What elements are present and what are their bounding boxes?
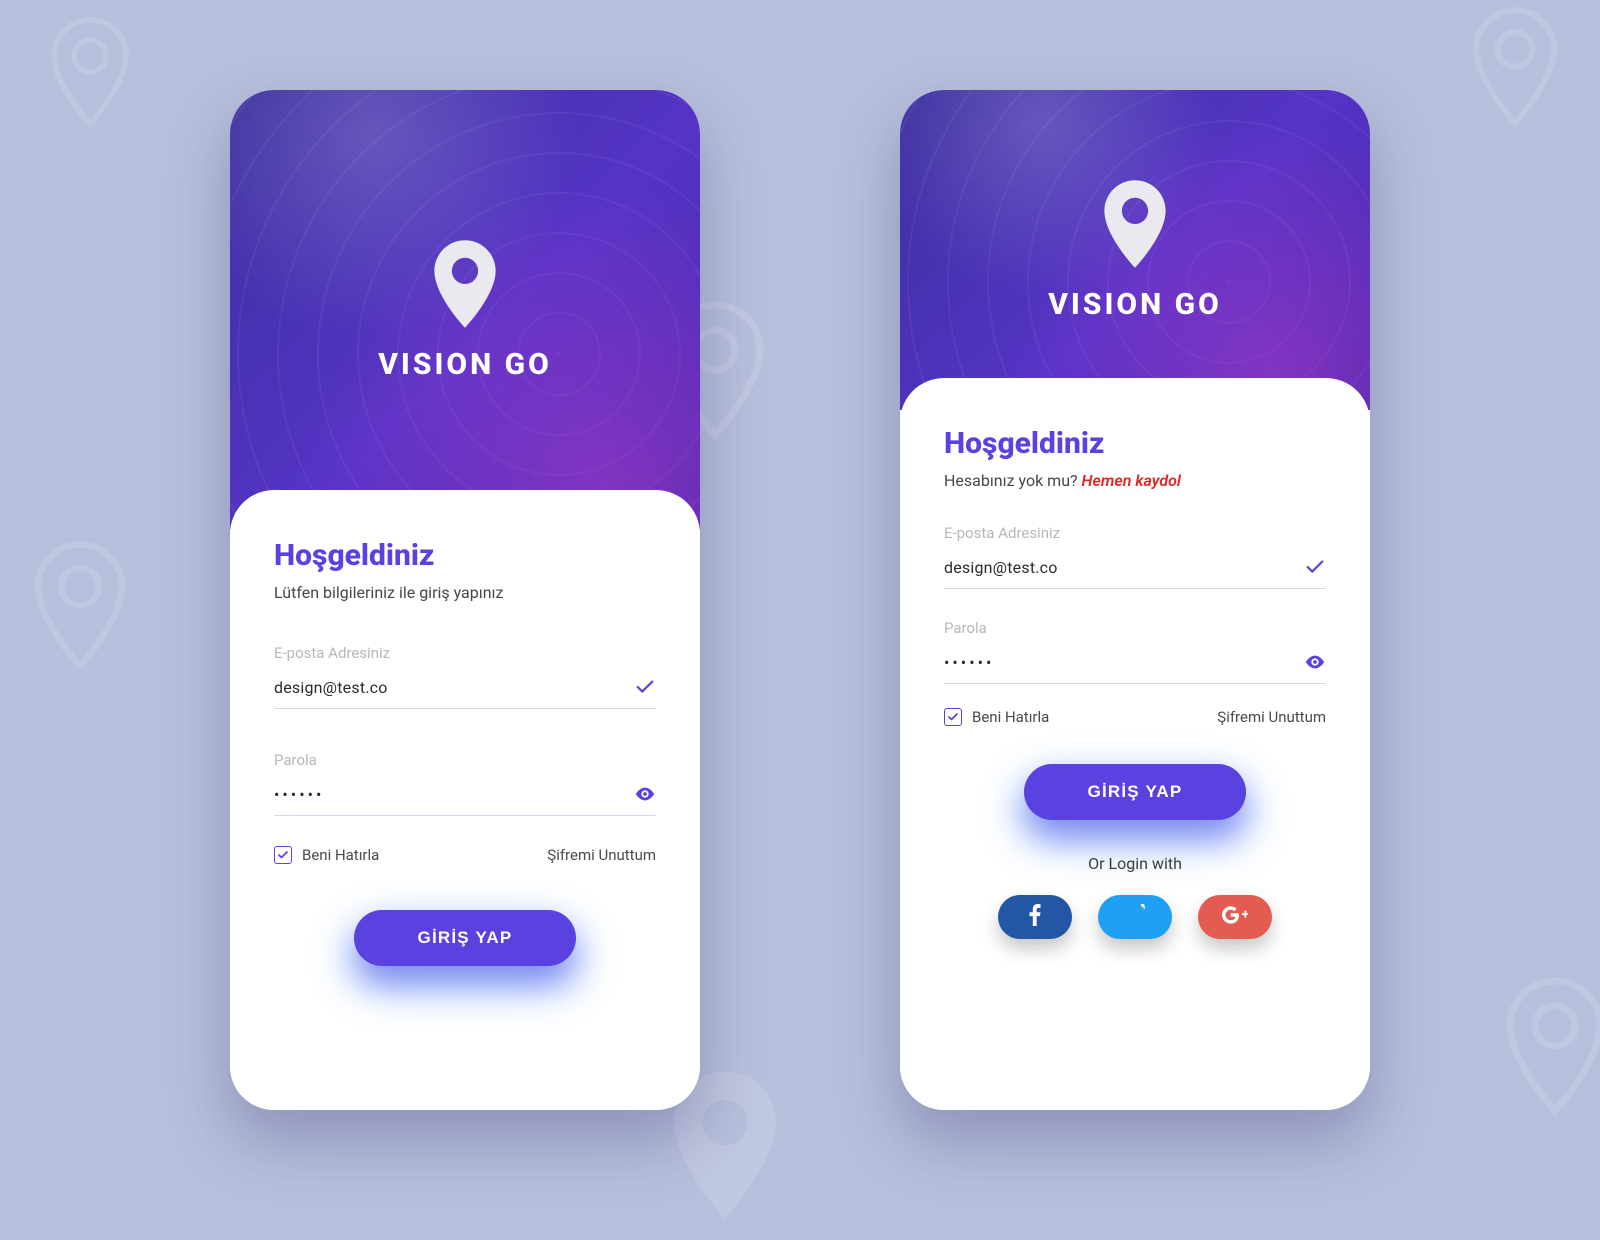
welcome-heading: Hoşgeldiniz	[944, 426, 1326, 461]
password-field: Parola ••••••	[944, 619, 1326, 684]
check-icon	[634, 676, 656, 698]
location-pin-icon	[430, 239, 500, 329]
login-button[interactable]: GİRİŞ YAP	[1024, 764, 1247, 820]
hero: VISION GO	[900, 90, 1370, 410]
remember-me[interactable]: Beni Hatırla	[944, 708, 1049, 726]
email-input[interactable]: design@test.co	[944, 558, 1294, 577]
login-button[interactable]: GİRİŞ YAP	[354, 910, 577, 966]
brand: VISION GO	[378, 239, 552, 382]
welcome-subtitle: Lütfen bilgileriniz ile giriş yapınız	[274, 583, 656, 602]
password-label: Parola	[944, 619, 1326, 637]
email-field: E-posta Adresiniz design@test.co	[274, 644, 656, 709]
remember-me[interactable]: Beni Hatırla	[274, 846, 379, 864]
email-input[interactable]: design@test.co	[274, 678, 624, 697]
google-plus-icon	[1222, 906, 1248, 928]
email-label: E-posta Adresiniz	[274, 644, 656, 662]
welcome-subtitle: Hesabınız yok mu? Hemen kaydol	[944, 471, 1326, 490]
checkbox-checked-icon[interactable]	[944, 708, 962, 726]
check-icon	[1304, 556, 1326, 578]
password-input[interactable]: ••••••	[274, 785, 624, 804]
password-label: Parola	[274, 751, 656, 769]
checkbox-checked-icon[interactable]	[274, 846, 292, 864]
or-login-with-label: Or Login with	[944, 854, 1326, 873]
location-pin-icon	[1100, 179, 1170, 269]
twitter-icon	[1124, 904, 1146, 930]
twitter-login-button[interactable]	[1098, 895, 1172, 939]
brand: VISION GO	[1048, 179, 1222, 322]
password-field: Parola ••••••	[274, 751, 656, 816]
brand-title: VISION GO	[1048, 287, 1222, 322]
email-label: E-posta Adresiniz	[944, 524, 1326, 542]
welcome-heading: Hoşgeldiniz	[274, 538, 656, 573]
login-card: Hoşgeldiniz Hesabınız yok mu? Hemen kayd…	[900, 378, 1370, 1110]
signup-link[interactable]: Hemen kaydol	[1082, 471, 1181, 490]
hero: VISION GO	[230, 90, 700, 530]
eye-icon[interactable]	[1304, 651, 1326, 673]
forgot-password-link[interactable]: Şifremi Unuttum	[547, 846, 656, 864]
facebook-icon	[1029, 904, 1041, 930]
google-login-button[interactable]	[1198, 895, 1272, 939]
social-login-row	[944, 895, 1326, 939]
login-card: Hoşgeldiniz Lütfen bilgileriniz ile giri…	[230, 490, 700, 1110]
subtitle-prefix: Hesabınız yok mu?	[944, 471, 1082, 490]
password-input[interactable]: ••••••	[944, 653, 1294, 672]
login-screen-basic: VISION GO Hoşgeldiniz Lütfen bilgilerini…	[230, 90, 700, 1110]
remember-label: Beni Hatırla	[972, 708, 1049, 726]
remember-label: Beni Hatırla	[302, 846, 379, 864]
eye-icon[interactable]	[634, 783, 656, 805]
brand-title: VISION GO	[378, 347, 552, 382]
email-field: E-posta Adresiniz design@test.co	[944, 524, 1326, 589]
login-screen-social: VISION GO Hoşgeldiniz Hesabınız yok mu? …	[900, 90, 1370, 1110]
facebook-login-button[interactable]	[998, 895, 1072, 939]
forgot-password-link[interactable]: Şifremi Unuttum	[1217, 708, 1326, 726]
